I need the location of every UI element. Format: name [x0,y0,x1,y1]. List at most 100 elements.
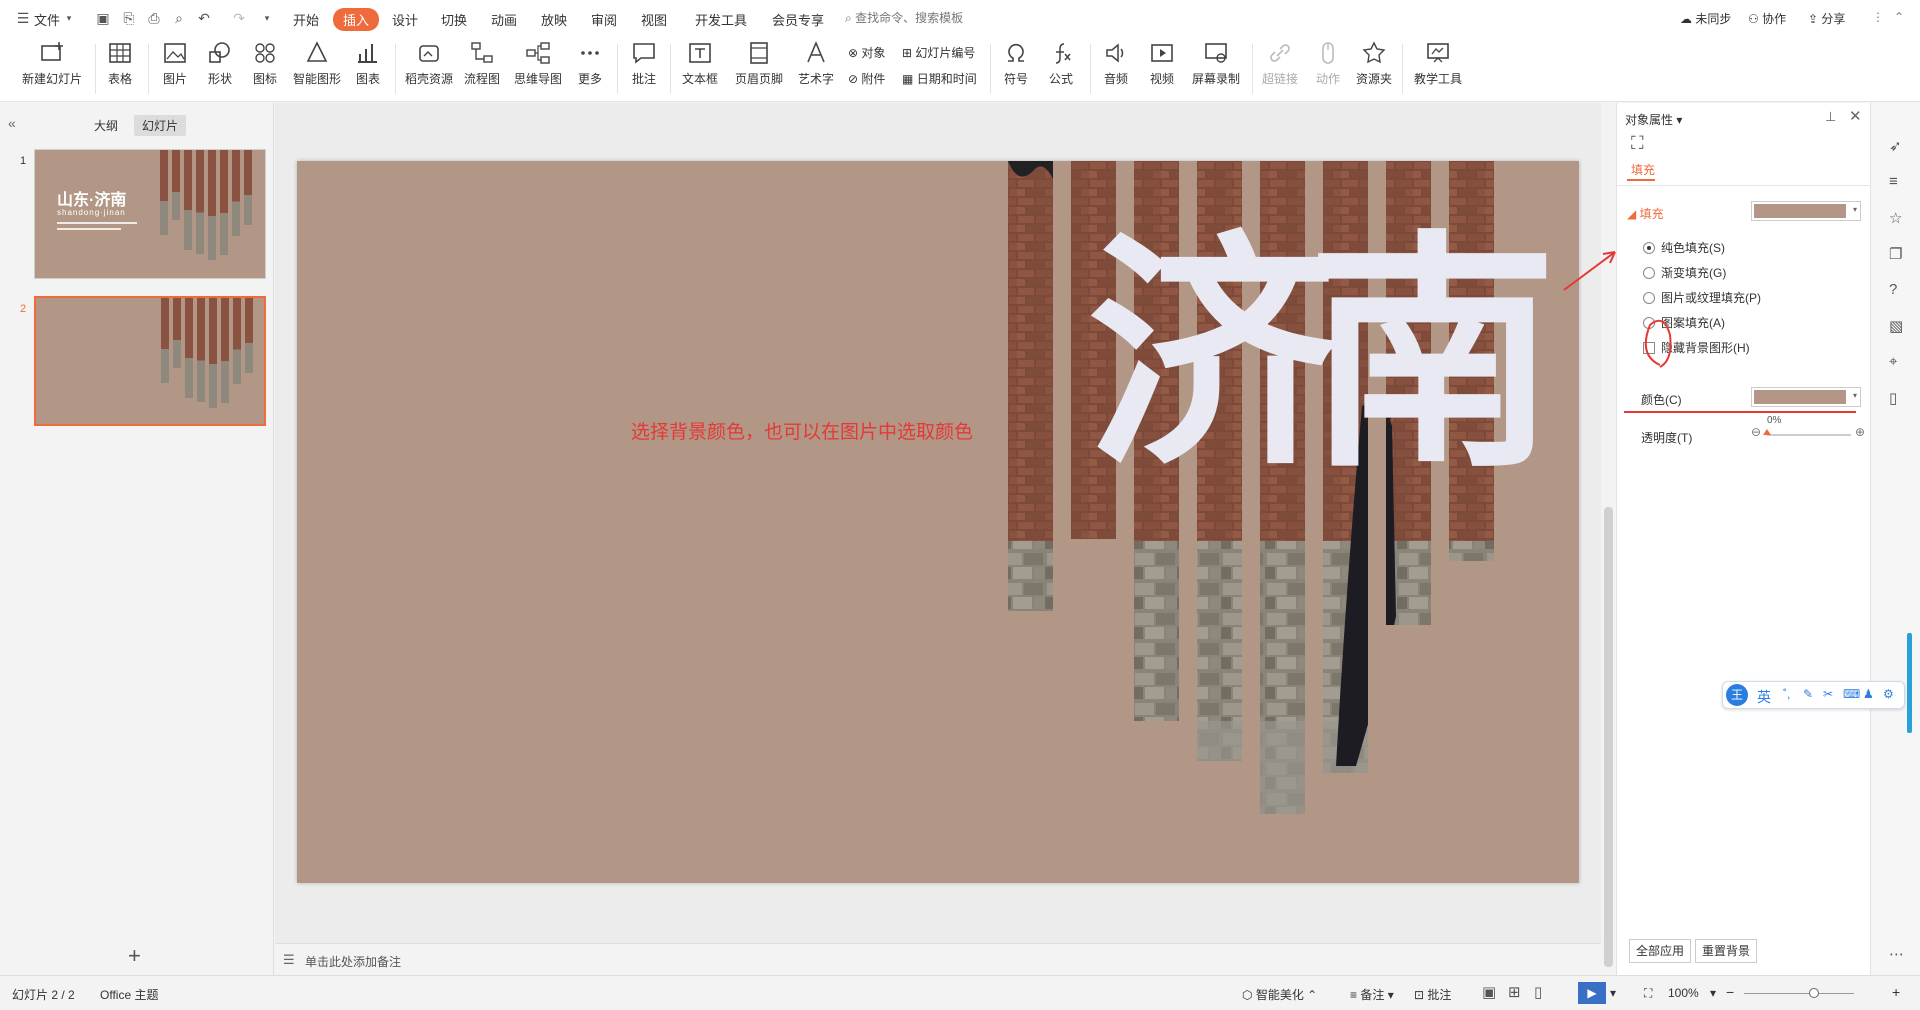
more-icon[interactable]: ⋮ [1872,10,1884,24]
book-icon[interactable]: ▯ [1889,389,1897,407]
tab-insert[interactable]: 插入 [333,8,380,31]
attachment-button[interactable]: ⊘ 附件 [848,70,885,87]
slider-handle[interactable] [1763,429,1771,435]
tab-slides[interactable]: 幻灯片 [134,115,187,136]
reset-background-button[interactable]: 重置背景 [1695,939,1758,963]
chart-button[interactable]: 图表 [348,40,388,87]
more-dots-icon[interactable]: ⋯ [1889,945,1904,963]
zoom-slider[interactable] [1744,988,1854,998]
ime-lang[interactable]: 英 [1757,687,1771,707]
new-slide-button[interactable]: 新建幻灯片 [10,40,94,87]
print-icon[interactable]: ⎙ [145,9,163,27]
comment-toggle-button[interactable]: ⊡ 批注 [1414,986,1451,1003]
copy-icon[interactable]: ❐ [1889,245,1902,263]
punctuation-icon[interactable]: ˚, [1783,687,1790,701]
reading-view-icon[interactable]: ▯ [1534,983,1542,1001]
file-menu[interactable]: 文件 [34,10,60,29]
zoom-plus-icon[interactable]: + [1892,984,1900,1000]
wordart-button[interactable]: 艺术字 [792,40,840,87]
comment-button[interactable]: 批注 [624,40,664,87]
save-icon[interactable]: ▣ [94,9,112,27]
docer-button[interactable]: 稻壳资源 [402,40,456,87]
normal-view-icon[interactable]: ▣ [1482,983,1496,1001]
keyboard-icon[interactable]: ⌨ [1843,687,1860,701]
location-icon[interactable]: ⌖ [1889,353,1897,370]
more-button[interactable]: 更多 [570,40,610,87]
tab-fill[interactable]: 填充 [1631,161,1655,178]
minus-icon[interactable]: ⊖ [1751,425,1761,439]
scissors-icon[interactable]: ✂ [1823,687,1833,701]
panel-title[interactable]: 对象属性 ▾ [1625,111,1682,128]
textbox-button[interactable]: 文本框 [676,40,724,87]
hyperlink-button[interactable]: 超链接 [1258,40,1302,87]
zoom-level[interactable]: 100% [1668,986,1699,1000]
scrollbar-thumb[interactable] [1604,507,1613,967]
preview-icon[interactable]: ⌕ [170,9,188,27]
notes-bar[interactable]: ☰ 单击此处添加备注 [275,943,1601,975]
zoom-minus-icon[interactable]: − [1726,984,1734,1000]
image-icon[interactable]: ▧ [1889,317,1903,335]
slide-thumbnail-2[interactable] [34,296,266,426]
symbol-button[interactable]: 符号 [996,40,1036,87]
smart-graphic-button[interactable]: 智能图形 [290,40,344,87]
screen-record-button[interactable]: 屏幕录制 [1190,40,1242,87]
tab-transition[interactable]: 切换 [441,10,467,29]
mindmap-button[interactable]: 思维导图 [512,40,564,87]
notes-toggle-button[interactable]: ≡ 备注 ▾ [1350,986,1394,1003]
audio-button[interactable]: 音频 [1096,40,1136,87]
teaching-tools-button[interactable]: 教学工具 [1410,40,1466,87]
formula-button[interactable]: 公式 [1040,40,1082,87]
tab-view[interactable]: 视图 [641,10,667,29]
tab-outline[interactable]: 大纲 [86,115,126,136]
settings-icon[interactable]: ⚙ [1883,687,1894,701]
picture-button[interactable]: 图片 [155,40,195,87]
shape-button[interactable]: 形状 [200,40,240,87]
tab-animation[interactable]: 动画 [491,10,517,29]
fill-section-header[interactable]: ◢ 填充 [1627,205,1664,222]
shirt-icon[interactable]: ♟ [1863,687,1874,701]
slide-thumbnail-1[interactable]: 山东·济南 shandong·jinan [34,149,266,279]
date-time-button[interactable]: ▦ 日期和时间 [902,70,977,87]
apply-all-button[interactable]: 全部应用 [1629,939,1692,963]
help-icon[interactable]: ? [1889,281,1897,298]
fit-window-icon[interactable]: ⛶ [1644,986,1652,1001]
undo-icon[interactable]: ↶ [195,9,213,27]
slide-number-button[interactable]: ⊞ 幻灯片编号 [902,44,975,61]
vertical-scrollbar[interactable] [1601,103,1616,967]
ime-toolbar[interactable]: 王 英 ˚, ✎ ✂ ⌨ ♟ ⚙ [1722,681,1905,709]
hamburger-icon[interactable]: ☰ [14,9,32,27]
play-slideshow-button[interactable]: ▶ [1578,982,1606,1004]
export-icon[interactable]: ⎘ [120,9,138,27]
theme-name[interactable]: Office 主题 [100,986,158,1003]
color-dropdown[interactable]: ▾ [1751,387,1861,407]
redo-icon[interactable]: ↷ [230,9,248,27]
ime-logo-icon[interactable]: 王 [1726,684,1748,706]
table-button[interactable]: 表格 [100,40,140,87]
collapse-panel-icon[interactable]: « [8,115,16,131]
object-button[interactable]: ⊗ 对象 [848,44,885,61]
sorter-view-icon[interactable]: ⊞ [1508,983,1521,1001]
header-footer-button[interactable]: 页眉页脚 [732,40,786,87]
fill-color-dropdown[interactable]: ▾ [1751,201,1861,221]
play-options-icon[interactable]: ▾ [1610,986,1616,1000]
tab-member[interactable]: 会员专享 [772,10,824,29]
collab-button[interactable]: ⚇ 协作 [1748,10,1786,27]
collapse-icon[interactable]: ⌃ [1894,10,1904,24]
resource-button[interactable]: 资源夹 [1352,40,1396,87]
flowchart-button[interactable]: 流程图 [462,40,502,87]
tab-home[interactable]: 开始 [293,10,319,29]
transparency-slider[interactable] [1763,429,1851,436]
zoom-out-icon[interactable]: ▾ [1710,986,1716,1000]
add-slide-button[interactable]: + [128,943,141,969]
beautify-button[interactable]: ⬡ 智能美化 ⌃ [1242,986,1317,1003]
search-box[interactable]: ⌕ 查找命令、搜索模板 [845,8,1015,28]
zoom-slider-handle[interactable] [1809,988,1820,998]
tab-slideshow[interactable]: 放映 [541,10,567,29]
customize-icon[interactable]: ▾ [258,9,276,27]
icon-button[interactable]: 图标 [245,40,285,87]
fill-bucket-icon[interactable]: ⛶ [1631,133,1644,154]
tab-review[interactable]: 审阅 [591,10,617,29]
sync-status[interactable]: ☁ 未同步 [1680,10,1731,27]
chevron-down-icon[interactable]: ▾ [60,9,78,27]
rocket-icon[interactable]: ➶ [1889,137,1902,155]
